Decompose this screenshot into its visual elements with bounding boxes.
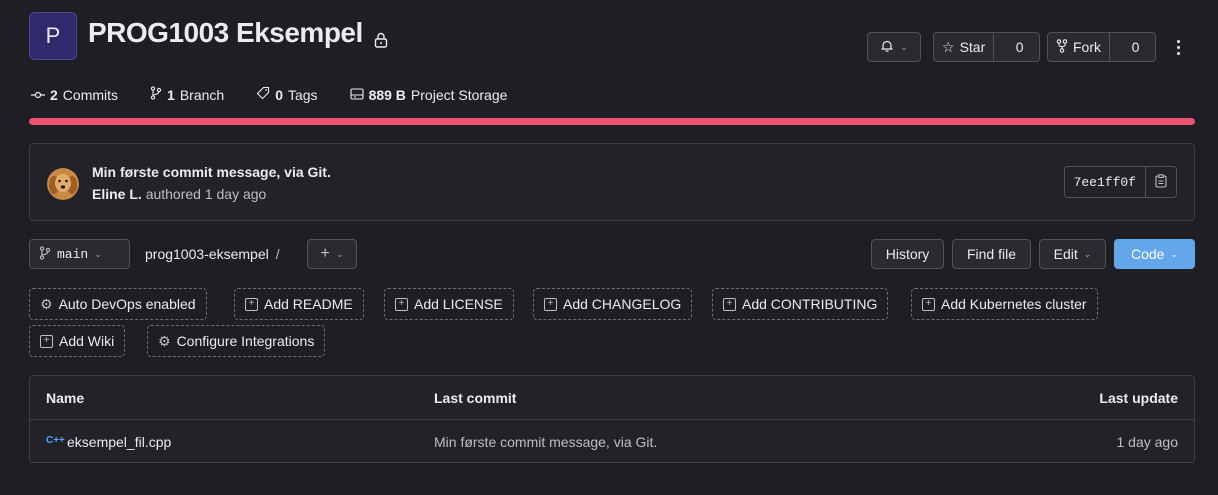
find-file-label: Find file — [966, 246, 1017, 262]
history-button[interactable]: History — [871, 239, 944, 269]
repository-language-bar — [29, 118, 1195, 125]
project-stats: 2 Commits 1 Branch 0 Tags 889 B Project … — [31, 86, 507, 103]
commit-sha[interactable]: 7ee1ff0f — [1065, 167, 1146, 197]
code-label: Code — [1130, 246, 1165, 262]
star-count: 0 — [1015, 39, 1024, 55]
file-name-link[interactable]: eksempel_fil.cpp — [67, 434, 171, 450]
storage-label: Project Storage — [410, 86, 508, 103]
add-contributing-label: Add CONTRIBUTING — [742, 296, 878, 312]
add-contributing-button[interactable]: + Add CONTRIBUTING — [712, 288, 889, 320]
language-bar-fill — [29, 118, 1195, 125]
file-table: Name Last commit Last update C++ eksempe… — [29, 375, 1195, 463]
commits-link[interactable]: 2 Commits — [31, 87, 118, 103]
column-name-header: Name — [46, 390, 85, 406]
auto-devops-button[interactable]: ⚙ Auto DevOps enabled — [29, 288, 207, 320]
add-kubernetes-button[interactable]: + Add Kubernetes cluster — [911, 288, 1098, 320]
project-title: PROG1003 Eksempel — [88, 17, 389, 49]
chevron-down-icon: ⌄ — [1170, 248, 1178, 259]
commit-author[interactable]: Eline L. — [92, 186, 142, 202]
notification-dropdown[interactable]: ⌄ — [867, 32, 921, 62]
branch-name: main — [57, 246, 89, 262]
table-header: Name Last commit Last update — [30, 376, 1194, 420]
branch-icon — [39, 245, 51, 263]
commit-sha-group: 7ee1ff0f — [1063, 166, 1177, 198]
bell-icon — [880, 39, 894, 56]
column-last-commit-header: Last commit — [434, 390, 517, 406]
add-wiki-button[interactable]: + Add Wiki — [29, 325, 126, 357]
author-avatar[interactable] — [47, 168, 79, 200]
add-changelog-label: Add CHANGELOG — [563, 296, 682, 312]
configure-integrations-label: Configure Integrations — [176, 333, 315, 349]
commit-meta: authored 1 day ago — [145, 186, 267, 202]
add-icon: + — [245, 297, 258, 311]
file-last-commit-link[interactable]: Min første commit message, via Git. — [434, 434, 657, 450]
branch-count: 1 — [167, 86, 175, 103]
add-readme-label: Add README — [264, 296, 353, 312]
column-last-update-header: Last update — [1099, 390, 1178, 406]
code-dropdown[interactable]: Code ⌄ — [1114, 239, 1195, 269]
add-wiki-label: Add Wiki — [59, 333, 115, 349]
breadcrumb-project[interactable]: prog1003-eksempel — [145, 246, 269, 262]
project-title-text: PROG1003 Eksempel — [88, 17, 363, 48]
add-readme-button[interactable]: + Add README — [234, 288, 364, 320]
cpp-file-icon: C++ — [46, 435, 65, 446]
add-license-label: Add LICENSE — [414, 296, 503, 312]
chevron-down-icon: ⌄ — [335, 248, 344, 259]
branch-selector[interactable]: main ⌄ — [29, 239, 130, 269]
branch-link[interactable]: 1 Branch — [150, 86, 224, 103]
add-icon: + — [922, 297, 935, 311]
history-label: History — [885, 246, 930, 262]
avatar-letter: P — [45, 23, 61, 48]
last-commit-panel: Min første commit message, via Git. Elin… — [29, 143, 1195, 221]
chevron-down-icon: ⌄ — [900, 41, 908, 52]
add-license-button[interactable]: + Add LICENSE — [384, 288, 514, 320]
star-label: Star — [959, 39, 986, 55]
add-icon: + — [723, 297, 736, 311]
add-kubernetes-label: Add Kubernetes cluster — [941, 296, 1087, 312]
commits-count: 2 — [50, 86, 58, 103]
configure-integrations-button[interactable]: ⚙ Configure Integrations — [147, 325, 326, 357]
chevron-down-icon: ⌄ — [1083, 248, 1092, 259]
settings-icon: ⚙ — [158, 332, 171, 349]
fork-label: Fork — [1073, 39, 1101, 55]
settings-icon: ⚙ — [40, 295, 53, 312]
tags-label: Tags — [287, 86, 318, 103]
tags-count: 0 — [275, 86, 283, 103]
more-actions-icon[interactable] — [1170, 34, 1186, 60]
lock-icon — [373, 24, 389, 48]
add-to-tree-dropdown[interactable]: + ⌄ — [307, 239, 357, 269]
file-last-update: 1 day ago — [1116, 434, 1179, 450]
edit-dropdown[interactable]: Edit ⌄ — [1039, 239, 1106, 269]
find-file-button[interactable]: Find file — [952, 239, 1031, 269]
project-avatar[interactable]: P — [29, 12, 77, 60]
add-icon: + — [40, 334, 53, 348]
commit-icon — [31, 87, 45, 103]
chevron-down-icon: ⌄ — [94, 248, 102, 259]
add-icon: + — [395, 297, 408, 311]
edit-label: Edit — [1053, 246, 1078, 262]
storage-link[interactable]: 889 B Project Storage — [350, 86, 508, 103]
tag-icon — [256, 86, 270, 103]
star-icon: ☆ — [942, 38, 955, 55]
fork-count: 0 — [1131, 39, 1140, 55]
breadcrumb: prog1003-eksempel / — [145, 246, 280, 262]
plus-icon: + — [320, 245, 330, 262]
add-icon: + — [544, 297, 557, 311]
commits-label: Commits — [62, 86, 119, 103]
branch-icon — [150, 86, 162, 103]
star-button[interactable]: ☆ Star 0 — [933, 32, 1040, 62]
storage-icon — [350, 87, 364, 103]
tags-link[interactable]: 0 Tags — [256, 86, 318, 103]
auto-devops-label: Auto DevOps enabled — [58, 296, 196, 312]
fork-icon — [1056, 38, 1068, 56]
copy-sha-button[interactable] — [1146, 167, 1176, 197]
fork-button[interactable]: Fork 0 — [1047, 32, 1156, 62]
add-changelog-button[interactable]: + Add CHANGELOG — [533, 288, 693, 320]
clipboard-icon — [1155, 173, 1167, 191]
branch-label: Branch — [179, 86, 225, 103]
table-row[interactable]: C++ eksempel_fil.cpp Min første commit m… — [30, 420, 1194, 462]
commit-message[interactable]: Min første commit message, via Git. — [92, 164, 331, 180]
storage-size: 889 B — [368, 86, 406, 103]
breadcrumb-separator: / — [275, 246, 280, 262]
